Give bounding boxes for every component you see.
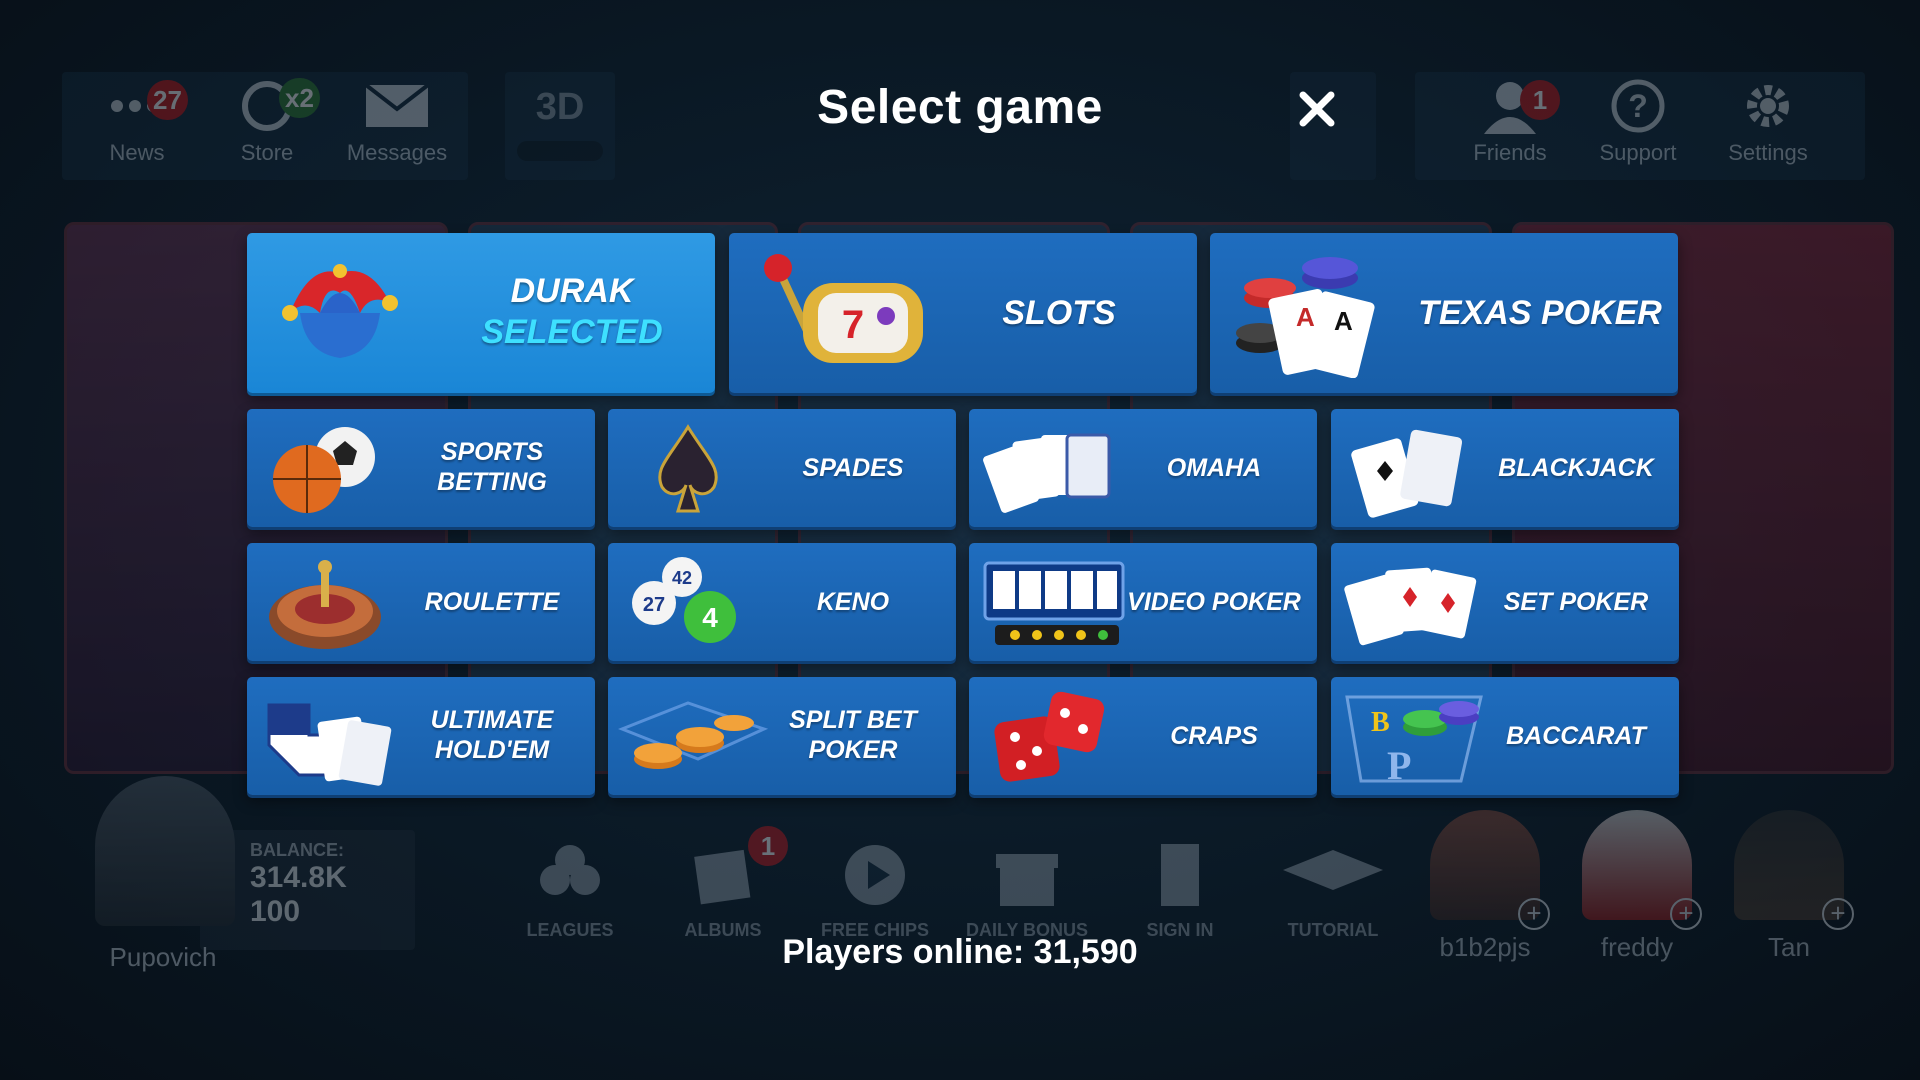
durak-name: DURAK xyxy=(510,272,634,310)
game-tile-keno[interactable]: 42 27 4 KENO xyxy=(608,543,956,661)
add-friend-icon[interactable]: + xyxy=(1822,898,1854,930)
chips-stack-icon xyxy=(618,687,768,787)
close-icon xyxy=(1299,91,1335,127)
add-friend-icon[interactable]: + xyxy=(1670,898,1702,930)
close-button[interactable] xyxy=(1290,82,1344,136)
leagues-button[interactable]: LEAGUES xyxy=(505,830,635,941)
keno-label: KENO xyxy=(816,588,890,616)
game-tile-set-poker[interactable]: SET POKER xyxy=(1331,543,1679,661)
video-poker-label: VIDEO POKER xyxy=(1127,588,1301,616)
sports-line2: BETTING xyxy=(437,468,547,496)
set-poker-label: SET POKER xyxy=(1503,588,1649,616)
game-tile-craps[interactable]: CRAPS xyxy=(969,677,1317,795)
keno-balls-icon: 42 27 4 xyxy=(620,549,760,657)
dice-icon xyxy=(987,683,1117,791)
game-tile-texas-poker[interactable]: A A TEXAS POKER xyxy=(1210,233,1678,393)
spade-icon xyxy=(638,417,738,521)
game-tile-durak[interactable]: DURAK SELECTED xyxy=(247,233,715,393)
sports-line1: SPORTS xyxy=(440,438,544,466)
baccarat-label: BACCARAT xyxy=(1506,722,1646,750)
svg-text:P: P xyxy=(1387,743,1411,787)
ultimate-holdem-label: ULTIMATE HOLD'EM xyxy=(397,705,587,765)
craps-label: CRAPS xyxy=(1170,722,1258,750)
video-poker-machine-icon xyxy=(979,553,1129,653)
mode-switch xyxy=(517,141,603,161)
game-tile-spades[interactable]: SPADES xyxy=(608,409,956,527)
keno-ball-42: 42 xyxy=(672,568,692,588)
albums-button[interactable]: ALBUMS 1 xyxy=(658,826,788,941)
graduation-cap-icon xyxy=(1268,830,1398,920)
slot-machine-icon: 7 xyxy=(743,243,943,383)
split-line2: POKER xyxy=(808,736,898,764)
gift-icon xyxy=(962,830,1092,920)
baccarat-table-icon: BP xyxy=(1341,685,1491,789)
holdem-line1: ULTIMATE xyxy=(430,706,554,734)
game-tile-omaha[interactable]: OMAHA xyxy=(969,409,1317,527)
player-avatar[interactable] xyxy=(95,776,235,926)
texas-poker-label: TEXAS POKER xyxy=(1418,294,1662,332)
door-icon xyxy=(1115,830,1245,920)
albums-badge: 1 xyxy=(748,826,788,866)
messages-label: Messages xyxy=(346,140,448,165)
cards-fan-icon xyxy=(981,417,1121,521)
game-tile-split-bet-poker[interactable]: SPLIT BET POKER xyxy=(608,677,956,795)
blackjack-label: BLACKJACK xyxy=(1498,454,1654,482)
sports-betting-label: SPORTS BETTING xyxy=(397,437,587,497)
game-tile-blackjack[interactable]: BLACKJACK xyxy=(1331,409,1679,527)
clover-icon xyxy=(505,830,635,920)
gold-balance: 100 xyxy=(250,895,301,928)
chips-balance: 314.8K xyxy=(250,861,347,894)
omaha-label: OMAHA xyxy=(1166,454,1262,482)
game-tile-video-poker[interactable]: VIDEO POKER xyxy=(969,543,1317,661)
game-tile-baccarat[interactable]: BP BACCARAT xyxy=(1331,677,1679,795)
durak-label: DURAK SELECTED xyxy=(442,271,702,353)
play-icon xyxy=(810,830,940,920)
game-tile-sports-betting[interactable]: SPORTS BETTING xyxy=(247,409,595,527)
svg-text:A: A xyxy=(1334,306,1353,336)
store-label: Store xyxy=(240,140,294,165)
svg-text:B: B xyxy=(1371,707,1390,738)
add-friend-icon[interactable]: + xyxy=(1518,898,1550,930)
game-tile-roulette[interactable]: ROULETTE xyxy=(247,543,595,661)
roulette-wheel-icon xyxy=(265,549,385,657)
sport-balls-icon xyxy=(267,417,387,521)
balance-label: BALANCE: xyxy=(250,840,344,860)
news-label: News xyxy=(109,140,165,165)
poker-chips-icon: A A xyxy=(1230,243,1410,383)
lobby-background: News 27 Store x2 Messages 3D Friends 1 ?… xyxy=(0,0,1920,1080)
blackjack-cards-icon xyxy=(1345,417,1475,521)
keno-ball-4: 4 xyxy=(702,602,718,633)
support-label: Support xyxy=(1599,140,1677,165)
split-bet-poker-label: SPLIT BET POKER xyxy=(758,705,948,765)
tutorial-button[interactable]: TUTORIAL xyxy=(1268,830,1398,941)
selected-tag: SELECTED xyxy=(481,312,663,351)
sign-in-button[interactable]: SIGN IN xyxy=(1115,830,1245,941)
game-tile-slots[interactable]: 7 SLOTS xyxy=(729,233,1197,393)
roulette-label: ROULETTE xyxy=(424,588,560,616)
diamond-cards-icon xyxy=(1341,551,1491,655)
texas-cards-icon xyxy=(259,683,399,791)
holdem-line2: HOLD'EM xyxy=(434,736,550,764)
settings-label: Settings xyxy=(1728,140,1808,165)
spades-label: SPADES xyxy=(802,454,904,482)
daily-bonus-button[interactable]: DAILY BONUS xyxy=(962,830,1092,941)
free-chips-button[interactable]: FREE CHIPS xyxy=(810,830,940,941)
keno-ball-27: 27 xyxy=(643,594,665,616)
modal-title: Select game xyxy=(817,81,1103,134)
svg-text:7: 7 xyxy=(842,303,864,347)
friends-label: Friends xyxy=(1473,140,1547,165)
split-line1: SPLIT BET xyxy=(789,706,917,734)
game-tile-ultimate-holdem[interactable]: ULTIMATE HOLD'EM xyxy=(247,677,595,795)
slots-label: SLOTS xyxy=(1002,294,1116,332)
svg-text:A: A xyxy=(1296,302,1315,332)
players-online: Players online: 31,590 xyxy=(782,933,1138,971)
jester-hat-icon xyxy=(265,243,415,383)
